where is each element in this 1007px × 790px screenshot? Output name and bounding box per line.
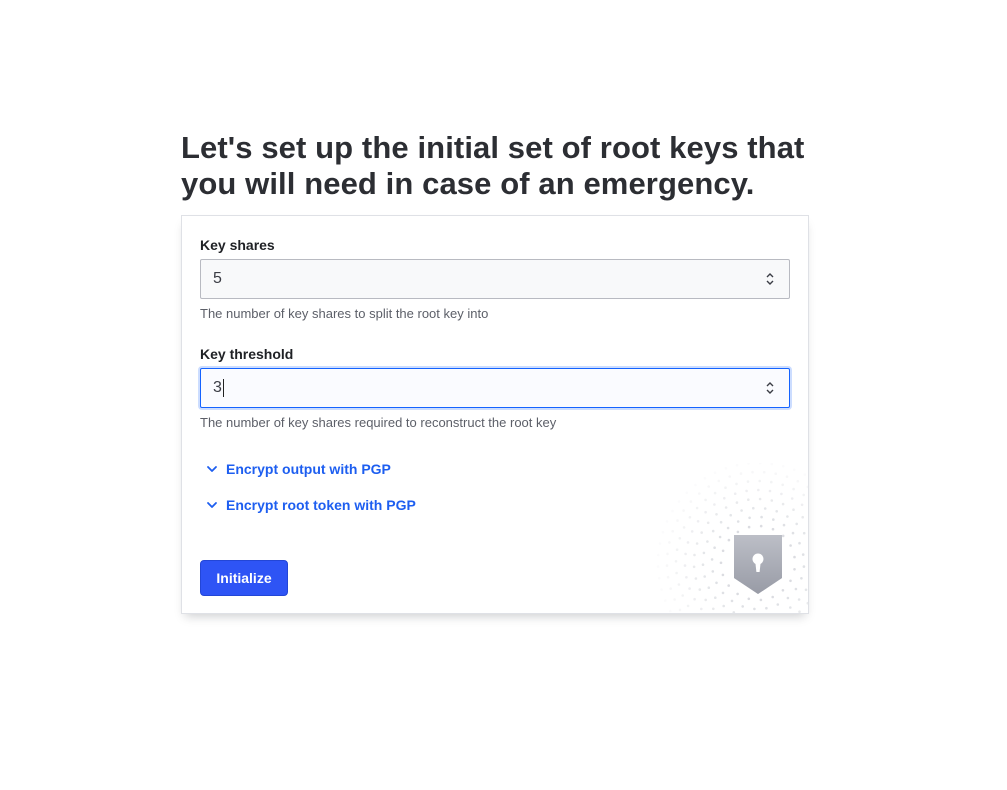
- key-shares-help: The number of key shares to split the ro…: [200, 306, 489, 321]
- number-stepper-icon[interactable]: [765, 380, 775, 396]
- encrypt-root-token-pgp-label: Encrypt root token with PGP: [226, 497, 416, 513]
- init-form-card: Key shares 5 The number of key shares to…: [181, 215, 809, 614]
- key-threshold-input[interactable]: 3: [200, 368, 790, 408]
- page-title: Let's set up the initial set of root key…: [181, 130, 805, 201]
- chevron-down-icon: [207, 502, 217, 508]
- chevron-down-icon: [207, 466, 217, 472]
- key-shares-label: Key shares: [200, 237, 275, 253]
- encrypt-root-token-pgp-toggle[interactable]: Encrypt root token with PGP: [206, 497, 416, 513]
- text-caret: [222, 379, 224, 397]
- key-shares-value: 5: [213, 270, 222, 287]
- initialize-button[interactable]: Initialize: [200, 560, 288, 596]
- key-shares-input[interactable]: 5: [200, 259, 790, 299]
- key-threshold-help: The number of key shares required to rec…: [200, 415, 557, 430]
- number-stepper-icon[interactable]: [765, 271, 775, 287]
- key-threshold-label: Key threshold: [200, 346, 294, 362]
- encrypt-output-pgp-toggle[interactable]: Encrypt output with PGP: [206, 461, 391, 477]
- key-threshold-value: 3: [213, 379, 222, 396]
- keyhole-shield-icon: [656, 463, 808, 613]
- encrypt-output-pgp-label: Encrypt output with PGP: [226, 461, 391, 477]
